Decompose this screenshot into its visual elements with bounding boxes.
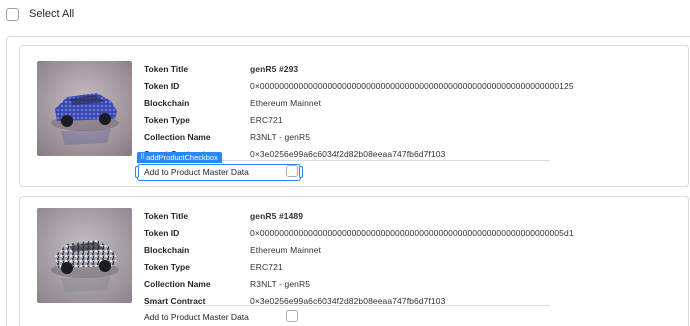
token-type-value: ERC721 [250, 261, 283, 272]
inspector-tag: ⠿ addProductCheckbox [137, 152, 222, 163]
collection-name-label: Collection Name [144, 278, 211, 289]
token-type-label: Token Type [144, 114, 190, 125]
field-blockchain: Blockchain Ethereum Mainnet [144, 241, 674, 258]
field-blockchain: Blockchain Ethereum Mainnet [144, 94, 674, 111]
token-title-value: genR5 #293 [250, 63, 299, 74]
field-token-id: Token ID 0×00000000000000000000000000000… [144, 77, 674, 94]
field-token-title: Token Title genR5 #1489 [144, 207, 674, 224]
grip-icon: ⠿ [140, 154, 145, 161]
token-id-value: 0×00000000000000000000000000000000000000… [250, 80, 574, 91]
add-to-product-master-label: Add to Product Master Data [144, 312, 249, 322]
resize-handle-right[interactable] [299, 166, 303, 178]
field-collection-name: Collection Name R3NLT - genR5 [144, 275, 674, 292]
add-product-checkbox[interactable] [286, 310, 298, 322]
divider [144, 305, 550, 306]
smart-contract-value: 0×3e0256e99a6c6034f2d82b08eeaa747fb6d7f1… [250, 295, 446, 306]
token-id-label: Token ID [144, 80, 180, 91]
select-all[interactable]: Select All [6, 6, 74, 22]
field-smart-contract: Smart Contract 0×3e0256e99a6c6034f2d82b0… [144, 292, 674, 309]
token-image [37, 208, 132, 303]
field-token-type: Token Type ERC721 [144, 258, 674, 275]
blockchain-value: Ethereum Mainnet [250, 97, 322, 108]
token-title-label: Token Title [144, 210, 189, 221]
resize-handle-left[interactable] [135, 166, 139, 178]
blockchain-label: Blockchain [144, 97, 190, 108]
add-to-product-master-row[interactable]: Add to Product Master Data [144, 309, 304, 325]
blockchain-value: Ethereum Mainnet [250, 244, 322, 255]
token-card: Token Title genR5 #293 Token ID 0×000000… [19, 45, 689, 187]
field-token-title: Token Title genR5 #293 [144, 60, 674, 77]
token-type-value: ERC721 [250, 114, 283, 125]
field-collection-name: Collection Name R3NLT - genR5 [144, 128, 674, 145]
collection-name-value: R3NLT - genR5 [250, 278, 311, 289]
token-id-label: Token ID [144, 227, 180, 238]
field-token-type: Token Type ERC721 [144, 111, 674, 128]
token-card: Token Title genR5 #1489 Token ID 0×00000… [19, 196, 689, 326]
inspector-highlight [135, 164, 303, 181]
token-title-label: Token Title [144, 63, 189, 74]
car-image [37, 208, 132, 303]
token-title-value: genR5 #1489 [250, 210, 304, 221]
blockchain-label: Blockchain [144, 244, 190, 255]
inspector-tag-label: addProductCheckbox [146, 153, 218, 162]
smart-contract-value: 0×3e0256e99a6c6034f2d82b08eeaa747fb6d7f1… [250, 148, 446, 159]
smart-contract-label: Smart Contract [144, 295, 206, 306]
token-id-value: 0×00000000000000000000000000000000000000… [250, 227, 574, 238]
collection-name-value: R3NLT - genR5 [250, 131, 311, 142]
token-type-label: Token Type [144, 261, 190, 272]
select-all-checkbox[interactable] [6, 7, 19, 21]
select-all-label: Select All [29, 8, 75, 20]
car-image [37, 61, 132, 156]
field-token-id: Token ID 0×00000000000000000000000000000… [144, 224, 674, 241]
token-image [37, 61, 132, 156]
collection-name-label: Collection Name [144, 131, 211, 142]
